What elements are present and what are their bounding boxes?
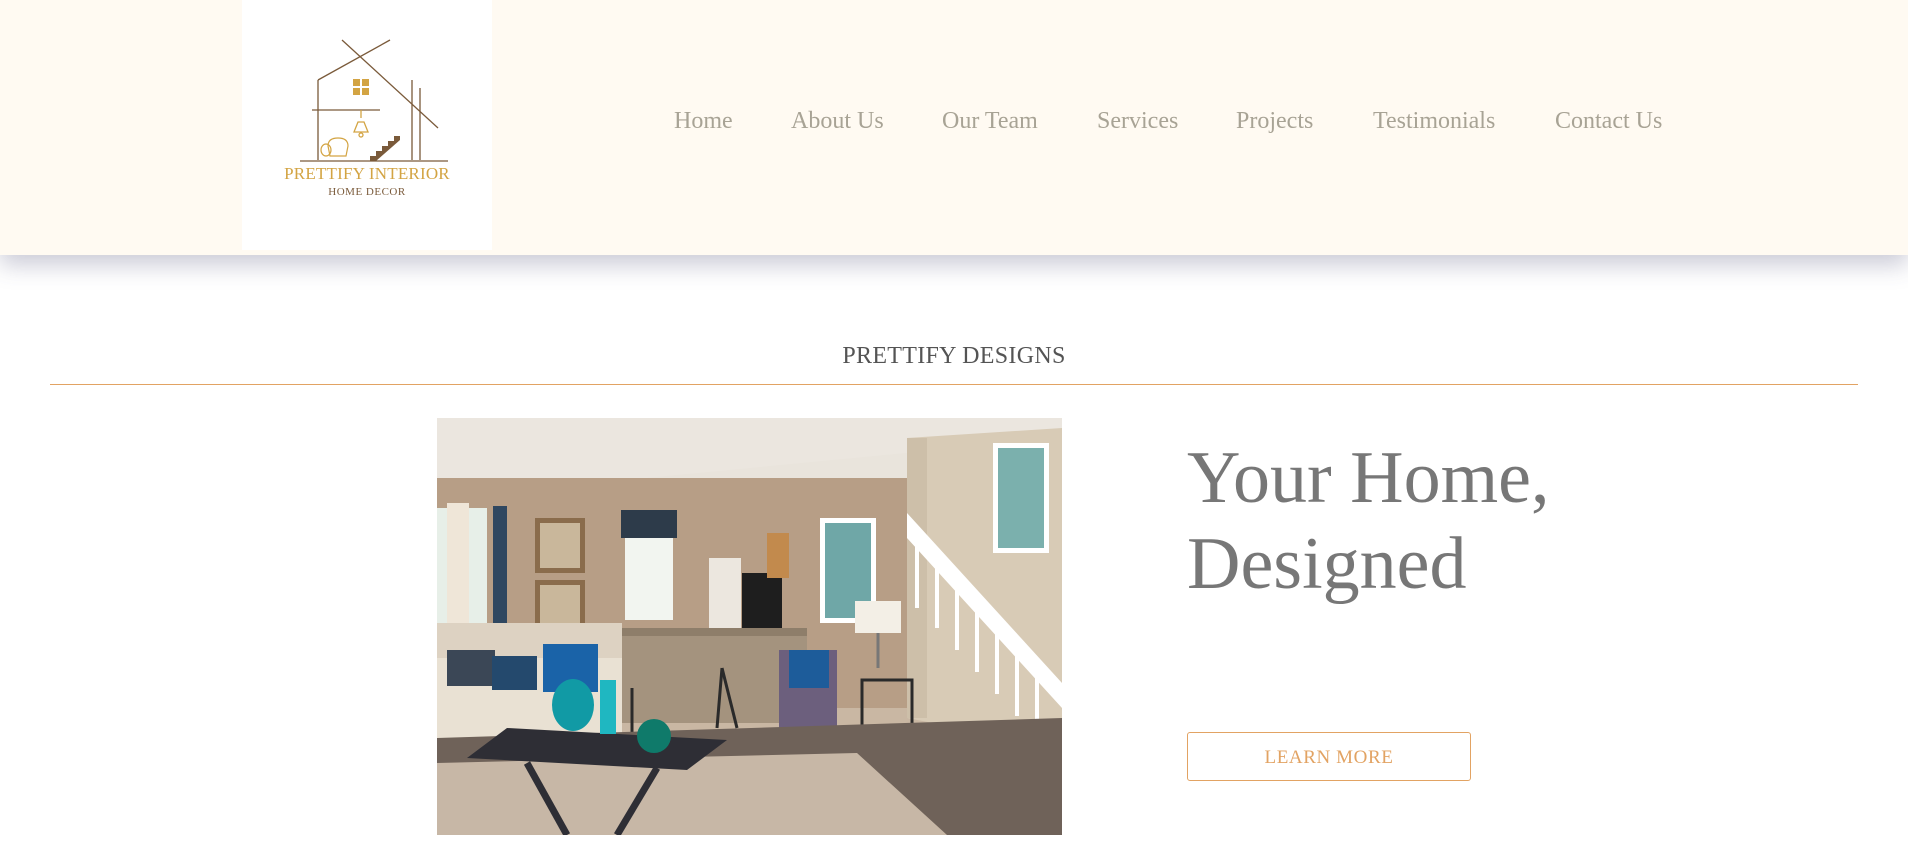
main-nav: Home About Us Our Team Services Projects… bbox=[0, 108, 1908, 144]
nav-link-our-team[interactable]: Our Team bbox=[942, 108, 1038, 135]
hero-heading: Your Home, Designed bbox=[1187, 437, 1550, 605]
nav-link-contact-us[interactable]: Contact Us bbox=[1555, 108, 1662, 135]
learn-more-button[interactable]: LEARN MORE bbox=[1187, 732, 1471, 781]
nav-link-projects[interactable]: Projects bbox=[1236, 108, 1313, 135]
living-room-interior-photo bbox=[437, 418, 1062, 835]
section-divider bbox=[50, 384, 1858, 385]
section-title: PRETTIFY DESIGNS bbox=[842, 343, 1066, 369]
brand-name: PRETTIFY INTERIOR bbox=[284, 164, 450, 183]
nav-link-testimonials[interactable]: Testimonials bbox=[1373, 108, 1495, 135]
brand-tagline: HOME DECOR bbox=[328, 186, 406, 198]
nav-link-home[interactable]: Home bbox=[674, 108, 733, 135]
nav-link-about-us[interactable]: About Us bbox=[791, 108, 884, 135]
site-header: PRETTIFY INTERIOR HOME DECOR Home About … bbox=[0, 0, 1908, 255]
nav-link-services[interactable]: Services bbox=[1097, 108, 1178, 135]
